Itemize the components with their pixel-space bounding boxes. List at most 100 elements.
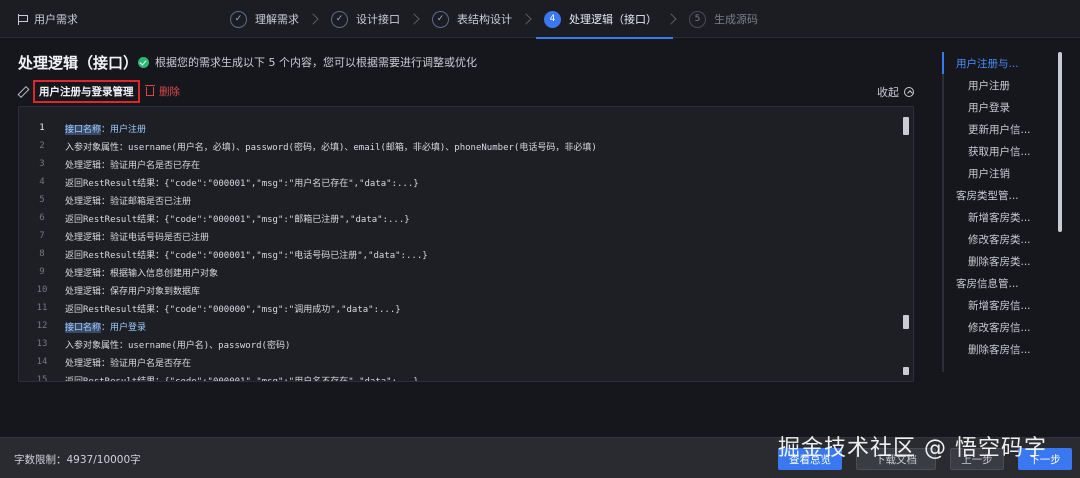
- code-line[interactable]: 12 接口名称：用户登录: [19, 317, 899, 335]
- code-text: 返回RestResult结果：{"code":"000001","msg":"用…: [65, 376, 419, 382]
- outline-sub-item[interactable]: 修改客房类...: [968, 232, 1031, 247]
- chevron-right-icon: [307, 13, 319, 25]
- notice-text: 根据您的需求生成以下 5 个内容，您可以根据需要进行调整或优化: [155, 56, 477, 69]
- line-number: 13: [36, 339, 48, 349]
- step-check-icon: ✓: [230, 10, 247, 28]
- outline-group-item[interactable]: 客房信息管...: [956, 276, 1019, 291]
- outline-sub-item[interactable]: 删除客房信...: [968, 342, 1031, 357]
- step-number: 4: [544, 10, 561, 28]
- success-notice: 根据您的需求生成以下 5 个内容，您可以根据需要进行调整或优化: [138, 54, 477, 70]
- step-label: 表结构设计: [457, 13, 512, 26]
- step-number: 5: [689, 10, 706, 28]
- line-number: 8: [39, 249, 45, 259]
- delete-button[interactable]: 删除: [145, 84, 180, 99]
- code-line[interactable]: 13 入参对象属性：username(用户名)、password(密码): [19, 335, 899, 353]
- code-line[interactable]: 7 处理逻辑：验证电话号码是否已注册: [19, 227, 899, 245]
- code-line[interactable]: 1 接口名称：用户注册: [19, 119, 899, 137]
- group-toolbar: 用户注册与登录管理 删除 收起: [18, 79, 918, 103]
- outline-group-item[interactable]: 用户注册与...: [956, 56, 1019, 71]
- chevron-right-icon: [408, 13, 420, 25]
- code-text: 入参对象属性：username(用户名，必填)、password(密码，必填)、…: [65, 142, 597, 153]
- code-text: 处理逻辑：保存用户对象到数据库: [65, 286, 201, 297]
- scroll-thumb[interactable]: [903, 117, 909, 135]
- code-line[interactable]: 11 返回RestResult结果：{"code":"000000","msg":…: [19, 299, 899, 317]
- group-name[interactable]: 用户注册与登录管理: [33, 79, 140, 103]
- code-line[interactable]: 4 返回RestResult结果：{"code":"000001","msg":"…: [19, 173, 899, 191]
- line-number: 2: [39, 141, 45, 151]
- code-line[interactable]: 15 返回RestResult结果：{"code":"000001","msg":…: [19, 371, 899, 382]
- line-number: 3: [39, 159, 45, 169]
- code-line[interactable]: 5 处理逻辑：验证邮箱是否已注册: [19, 191, 899, 209]
- delete-label: 删除: [159, 86, 180, 98]
- code-text: 处理逻辑：验证用户名是否存在: [65, 358, 192, 369]
- requirements-link[interactable]: 用户需求: [18, 11, 78, 27]
- code-text: 处理逻辑：验证邮箱是否已注册: [65, 196, 192, 207]
- outline-sub-item[interactable]: 新增客房信...: [968, 298, 1031, 313]
- chevron-right-icon: [520, 13, 532, 25]
- code-text: 处理逻辑：根据输入信息创建用户对象: [65, 268, 219, 279]
- line-number: 4: [39, 177, 45, 187]
- line-number: 10: [36, 285, 48, 295]
- code-text: 处理逻辑：验证用户名是否已存在: [65, 160, 201, 171]
- flag-icon: [18, 13, 28, 25]
- line-number: 5: [39, 195, 45, 205]
- trash-icon: [145, 85, 155, 96]
- outline-scrollbar[interactable]: [1058, 52, 1062, 232]
- step-logic[interactable]: 4 处理逻辑（接口）: [536, 0, 673, 39]
- code-line[interactable]: 14 处理逻辑：验证用户名是否存在: [19, 353, 899, 371]
- editor-scrollbar[interactable]: [903, 117, 909, 375]
- step-label: 生成源码: [714, 13, 758, 26]
- step-understand[interactable]: ✓ 理解需求: [230, 0, 299, 38]
- step-check-icon: ✓: [432, 10, 449, 28]
- outline-track: [942, 52, 944, 372]
- outline-active-indicator: [942, 52, 944, 74]
- collapse-button[interactable]: 收起: [877, 84, 914, 100]
- outline-sub-item[interactable]: 更新用户信...: [968, 122, 1031, 137]
- scroll-marker: [903, 367, 909, 375]
- code-text: 处理逻辑：验证电话号码是否已注册: [65, 232, 210, 243]
- code-line[interactable]: 2 入参对象属性：username(用户名，必填)、password(密码，必填)…: [19, 137, 899, 155]
- page-title: 处理逻辑（接口）: [18, 54, 139, 72]
- scroll-marker: [903, 315, 909, 329]
- pencil-icon[interactable]: [18, 87, 27, 96]
- code-text: 返回RestResult结果：{"code":"000001","msg":"邮…: [65, 214, 410, 225]
- line-number: 11: [36, 303, 48, 313]
- code-text: 接口名称：用户登录: [65, 322, 147, 333]
- outline-sub-item[interactable]: 用户登录: [968, 100, 1010, 115]
- requirements-label: 用户需求: [34, 13, 78, 26]
- step-generate-code[interactable]: 5 生成源码: [689, 0, 758, 38]
- code-text: 接口名称：用户注册: [65, 124, 147, 135]
- step-label: 设计接口: [356, 13, 400, 26]
- code-text: 返回RestResult结果：{"code":"000001","msg":"用…: [65, 178, 419, 189]
- line-number: 1: [39, 123, 45, 133]
- code-line[interactable]: 8 返回RestResult结果：{"code":"000001","msg":"…: [19, 245, 899, 263]
- outline-sub-item[interactable]: 获取用户信...: [968, 144, 1031, 159]
- code-text: 返回RestResult结果：{"code":"000000","msg":"调…: [65, 304, 401, 315]
- step-design-api[interactable]: ✓ 设计接口: [331, 0, 400, 38]
- step-label: 理解需求: [255, 13, 299, 26]
- word-limit: 字数限制：4937/10000字: [14, 454, 141, 466]
- outline-sub-item[interactable]: 修改客房信...: [968, 320, 1031, 335]
- outline-sub-item[interactable]: 删除客房类...: [968, 254, 1031, 269]
- step-progress: ✓ 理解需求 ✓ 设计接口 ✓ 表结构设计 4 处理逻辑（接口） 5 生成源码: [230, 0, 758, 39]
- line-number: 6: [39, 213, 45, 223]
- line-number: 14: [36, 357, 48, 367]
- line-number: 7: [39, 231, 45, 241]
- code-line[interactable]: 10 处理逻辑：保存用户对象到数据库: [19, 281, 899, 299]
- top-bar: 用户需求 ✓ 理解需求 ✓ 设计接口 ✓ 表结构设计 4 处理逻辑（接口） 5 …: [0, 0, 1080, 39]
- outline-group-item[interactable]: 客房类型管...: [956, 188, 1019, 203]
- outline-sub-item[interactable]: 用户注销: [968, 166, 1010, 181]
- line-number: 15: [36, 375, 48, 382]
- code-editor[interactable]: 1 接口名称：用户注册 2 入参对象属性：username(用户名，必填)、passw…: [18, 106, 914, 382]
- watermark: 掘金技术社区 @ 悟空码字: [778, 436, 1047, 461]
- outline-sub-item[interactable]: 用户注册: [968, 78, 1010, 93]
- step-check-icon: ✓: [331, 10, 348, 28]
- outline-sub-item[interactable]: 新增客房类...: [968, 210, 1031, 225]
- code-line[interactable]: 3 处理逻辑：验证用户名是否已存在: [19, 155, 899, 173]
- step-table-design[interactable]: ✓ 表结构设计: [432, 0, 512, 38]
- group-name-editor[interactable]: 用户注册与登录管理: [18, 79, 140, 103]
- chevron-right-icon: [665, 13, 677, 25]
- code-text: 返回RestResult结果：{"code":"000001","msg":"电…: [65, 250, 428, 261]
- code-line[interactable]: 6 返回RestResult结果：{"code":"000001","msg":"…: [19, 209, 899, 227]
- code-line[interactable]: 9 处理逻辑：根据输入信息创建用户对象: [19, 263, 899, 281]
